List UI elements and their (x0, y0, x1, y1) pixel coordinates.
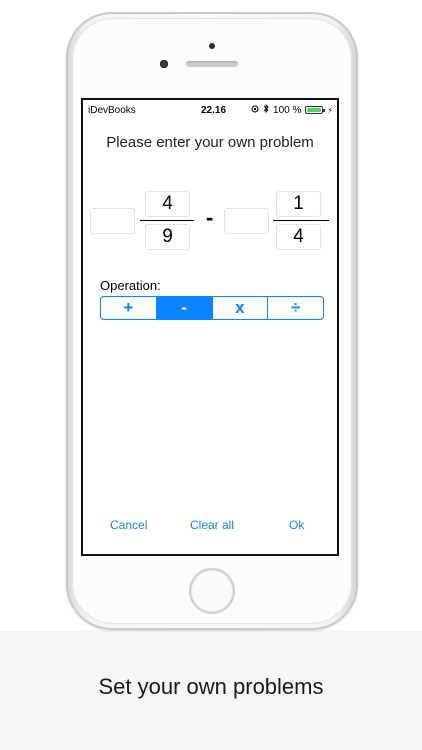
left-fraction-bar (140, 220, 194, 221)
battery-level (307, 108, 322, 112)
ok-button[interactable]: Ok (289, 518, 304, 532)
status-bar: iDevBooks 22.16 100 % ⚡ (83, 100, 337, 120)
home-button[interactable] (189, 568, 235, 614)
page-title: Please enter your own problem (106, 134, 314, 151)
battery-percent: 100 % (273, 104, 302, 116)
operation-label: Operation: (100, 278, 161, 293)
operation-plus[interactable]: + (101, 297, 156, 319)
lock-rotation-icon (251, 105, 259, 116)
bluetooth-icon (263, 103, 269, 116)
right-fraction-bar (273, 220, 329, 221)
status-time: 22.16 (201, 105, 227, 116)
earpiece-speaker (186, 61, 238, 67)
right-denominator-input[interactable]: 4 (276, 224, 321, 250)
right-numerator-input[interactable]: 1 (276, 191, 321, 217)
caption-text: Set your own problems (98, 674, 324, 699)
operation-multiply[interactable]: x (211, 297, 268, 319)
charging-icon: ⚡ (327, 105, 333, 115)
status-indicators: 100 % ⚡ (251, 103, 333, 116)
left-denominator-input[interactable]: 9 (145, 224, 190, 250)
battery-icon (305, 106, 326, 114)
app-screen: iDevBooks 22.16 100 % ⚡ Please enter you… (81, 98, 339, 556)
status-carrier: iDevBooks (88, 105, 136, 116)
right-whole-input[interactable] (224, 208, 269, 234)
left-numerator-input[interactable]: 4 (145, 191, 190, 217)
front-sensor (209, 43, 215, 49)
operation-selector[interactable]: + - x ÷ (100, 296, 324, 320)
operation-minus[interactable]: - (155, 297, 212, 319)
cancel-button[interactable]: Cancel (110, 518, 147, 532)
front-camera (160, 60, 168, 68)
operation-divide[interactable]: ÷ (267, 297, 323, 319)
operator-symbol: - (206, 205, 214, 230)
clear-all-button[interactable]: Clear all (190, 518, 234, 532)
left-whole-input[interactable] (90, 208, 135, 234)
